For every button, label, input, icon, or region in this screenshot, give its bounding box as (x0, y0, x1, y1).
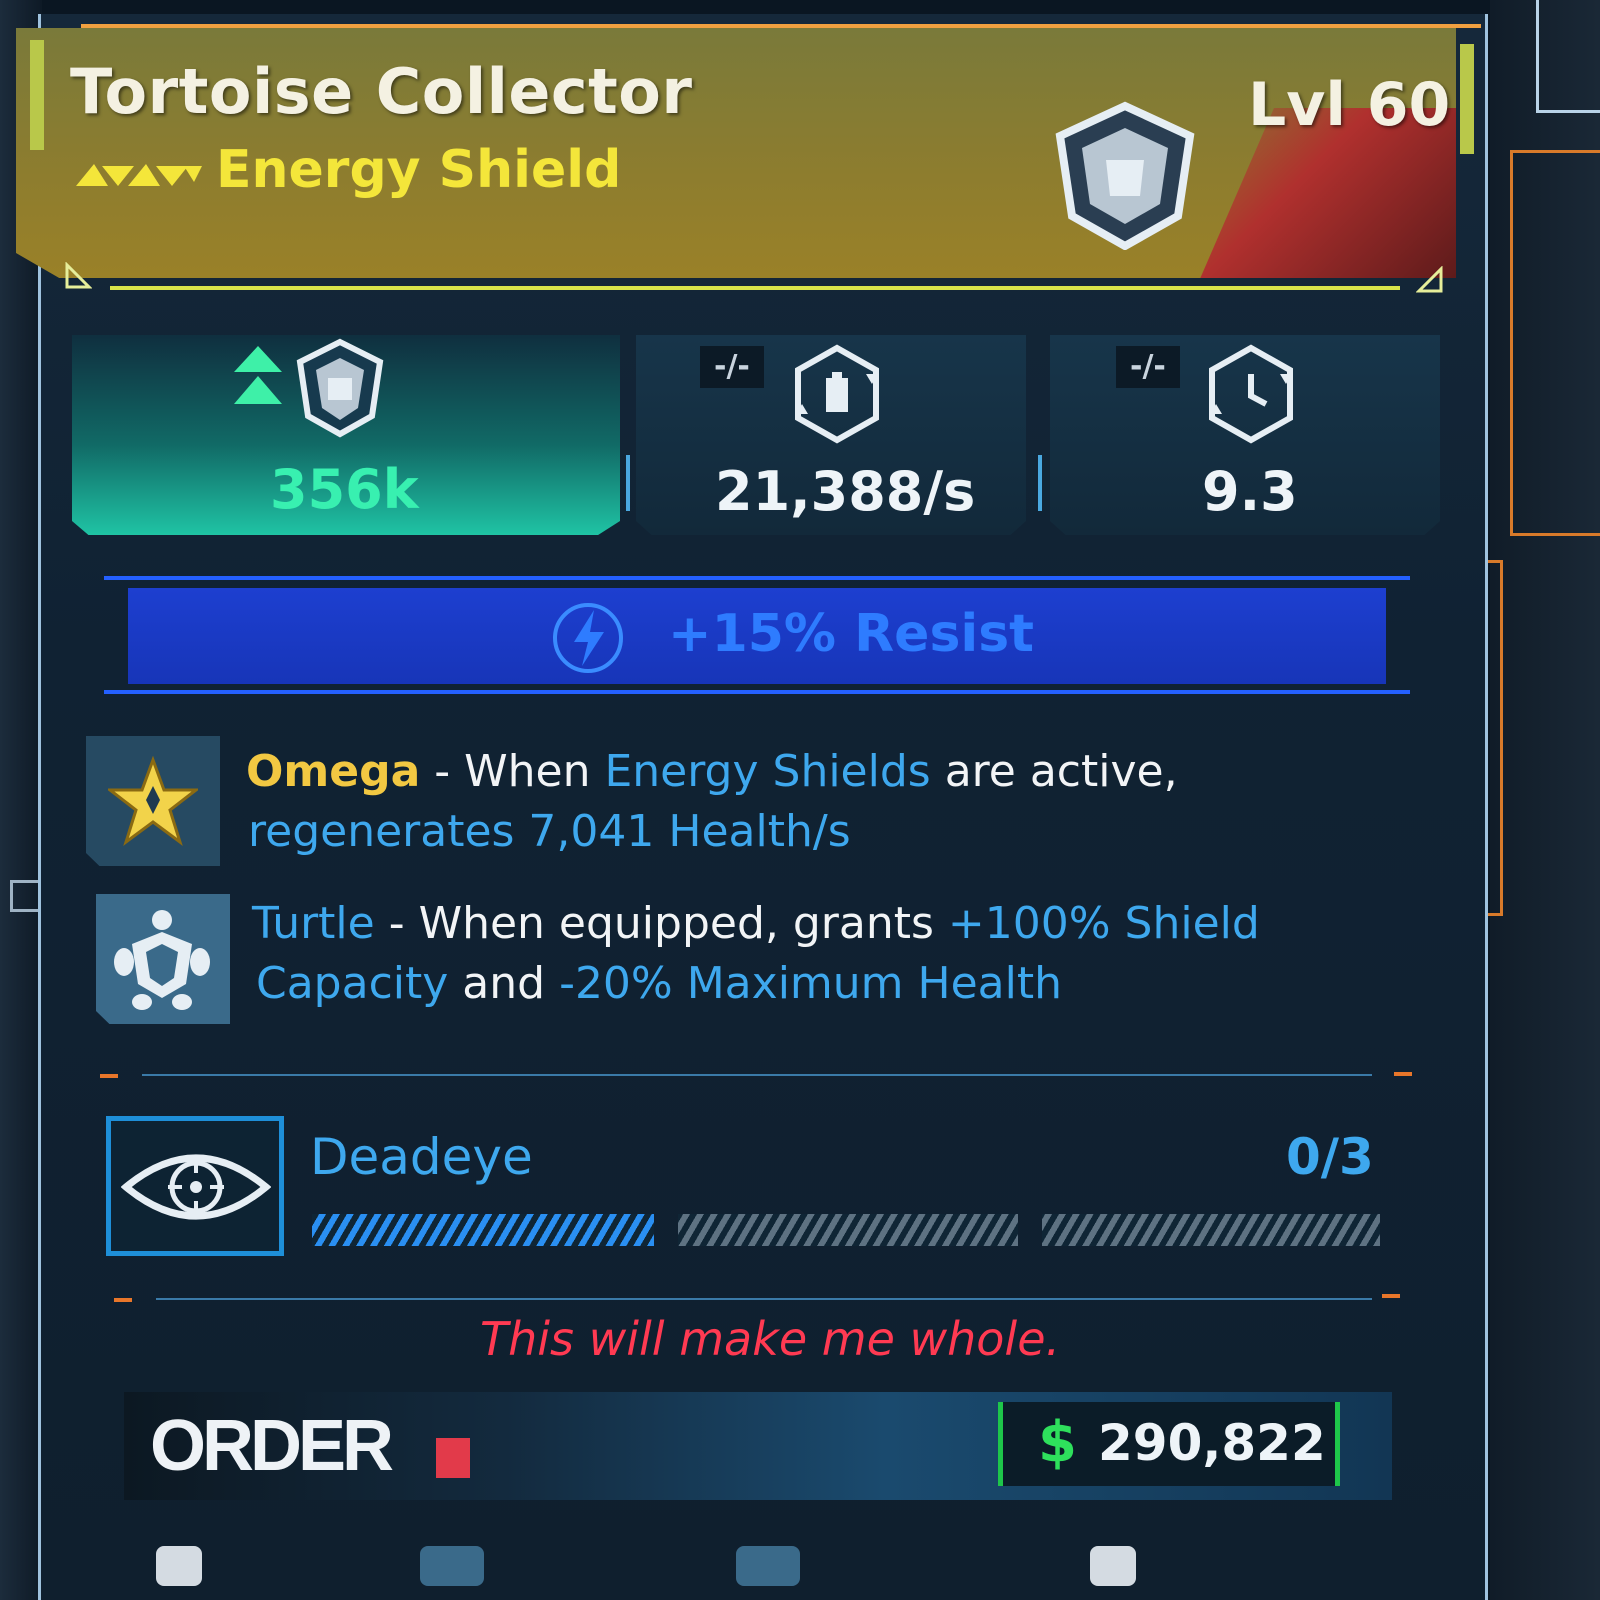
controller-button-icon (736, 1546, 800, 1586)
resist-text: +15% Resist (668, 604, 1035, 664)
tile-divider (1038, 455, 1042, 511)
perk-omega-line-1: Omega - When Energy Shields are active, (246, 746, 1178, 797)
corner-triangle-icon (65, 262, 92, 289)
comparison-tag: -/- (1116, 346, 1180, 388)
perk-dash: - (420, 746, 465, 797)
controller-button-icon (156, 1546, 202, 1586)
perk-turtle-line-1: Turtle - When equipped, grants +100% Shi… (252, 898, 1260, 949)
recharge-delay-icon (1209, 344, 1293, 444)
perk-effect: regenerates 7,041 Health/s (248, 806, 851, 857)
header-accent (1460, 44, 1474, 154)
perk-name: Turtle (252, 898, 375, 949)
omega-star-icon (108, 756, 198, 846)
comparison-tag: -/- (700, 346, 764, 388)
perk-effect: +100% Shield (947, 898, 1260, 949)
header-underline (110, 286, 1400, 290)
stat-value-capacity: 356k (270, 458, 419, 521)
header-accent (30, 40, 44, 150)
double-up-arrow-icon (234, 346, 282, 404)
manufacturer-name: ORDER (150, 1408, 393, 1486)
stat-value-recharge-rate: 21,388/s (715, 460, 976, 523)
dollar-icon: $ (1038, 1410, 1077, 1475)
perk-text: When (464, 746, 605, 797)
separator-dash (1382, 1294, 1400, 1298)
perk-text: and (448, 958, 560, 1009)
shield-emblem-icon (1055, 101, 1195, 250)
legendary-chevrons-icon (76, 164, 202, 186)
deadeye-eye-icon (121, 1154, 271, 1220)
set-progress-segment-empty (1042, 1214, 1380, 1246)
set-progress-segment-empty (678, 1214, 1018, 1246)
perk-effect: Capacity (256, 958, 449, 1009)
item-type: Energy Shield (216, 140, 622, 200)
separator-dash (100, 1074, 118, 1078)
set-bonus-count: 0/3 (1286, 1128, 1374, 1186)
perk-dash: - (374, 898, 419, 949)
separator-dash (1394, 1072, 1412, 1076)
set-bonus-name: Deadeye (310, 1128, 533, 1186)
set-bonus-icon-frame[interactable] (106, 1116, 284, 1256)
controller-button-icon (1090, 1546, 1136, 1586)
section-separator (156, 1298, 1372, 1300)
tile-divider (626, 455, 630, 511)
set-progress-segment-filled (312, 1214, 654, 1246)
separator-dash (114, 1298, 132, 1302)
perk-effect: -20% Maximum Health (559, 958, 1062, 1009)
item-level: Lvl 60 (1248, 70, 1451, 140)
controller-button-icon (420, 1546, 484, 1586)
item-name: Tortoise Collector (70, 55, 693, 128)
flavor-text: This will make me whole. (480, 1312, 1061, 1366)
resist-frame-line (104, 576, 1410, 580)
lightning-icon (553, 603, 623, 673)
section-separator (142, 1074, 1372, 1076)
shield-capacity-icon (296, 338, 384, 438)
perk-text: are active, (930, 746, 1178, 797)
resist-frame-line (104, 690, 1410, 694)
order-logo: ORDER (150, 1408, 470, 1486)
recharge-rate-icon (795, 344, 879, 444)
turtle-icon (114, 910, 210, 1010)
perk-omega-line-2: regenerates 7,041 Health/s (248, 806, 851, 857)
card-top-accent (81, 24, 1481, 28)
perk-turtle-line-2: Capacity and -20% Maximum Health (256, 958, 1062, 1009)
perk-name: Omega (246, 746, 421, 797)
background-right-panel (1470, 0, 1600, 1600)
perk-keyword[interactable]: Energy Shields (604, 746, 930, 797)
stat-value-recharge-delay: 9.3 (1202, 460, 1298, 523)
corner-triangle-icon (1416, 266, 1443, 293)
background-frame (1510, 150, 1600, 536)
background-frame (1536, 0, 1600, 113)
perk-text: When equipped, grants (418, 898, 948, 949)
price-value: 290,822 (1098, 1414, 1326, 1472)
